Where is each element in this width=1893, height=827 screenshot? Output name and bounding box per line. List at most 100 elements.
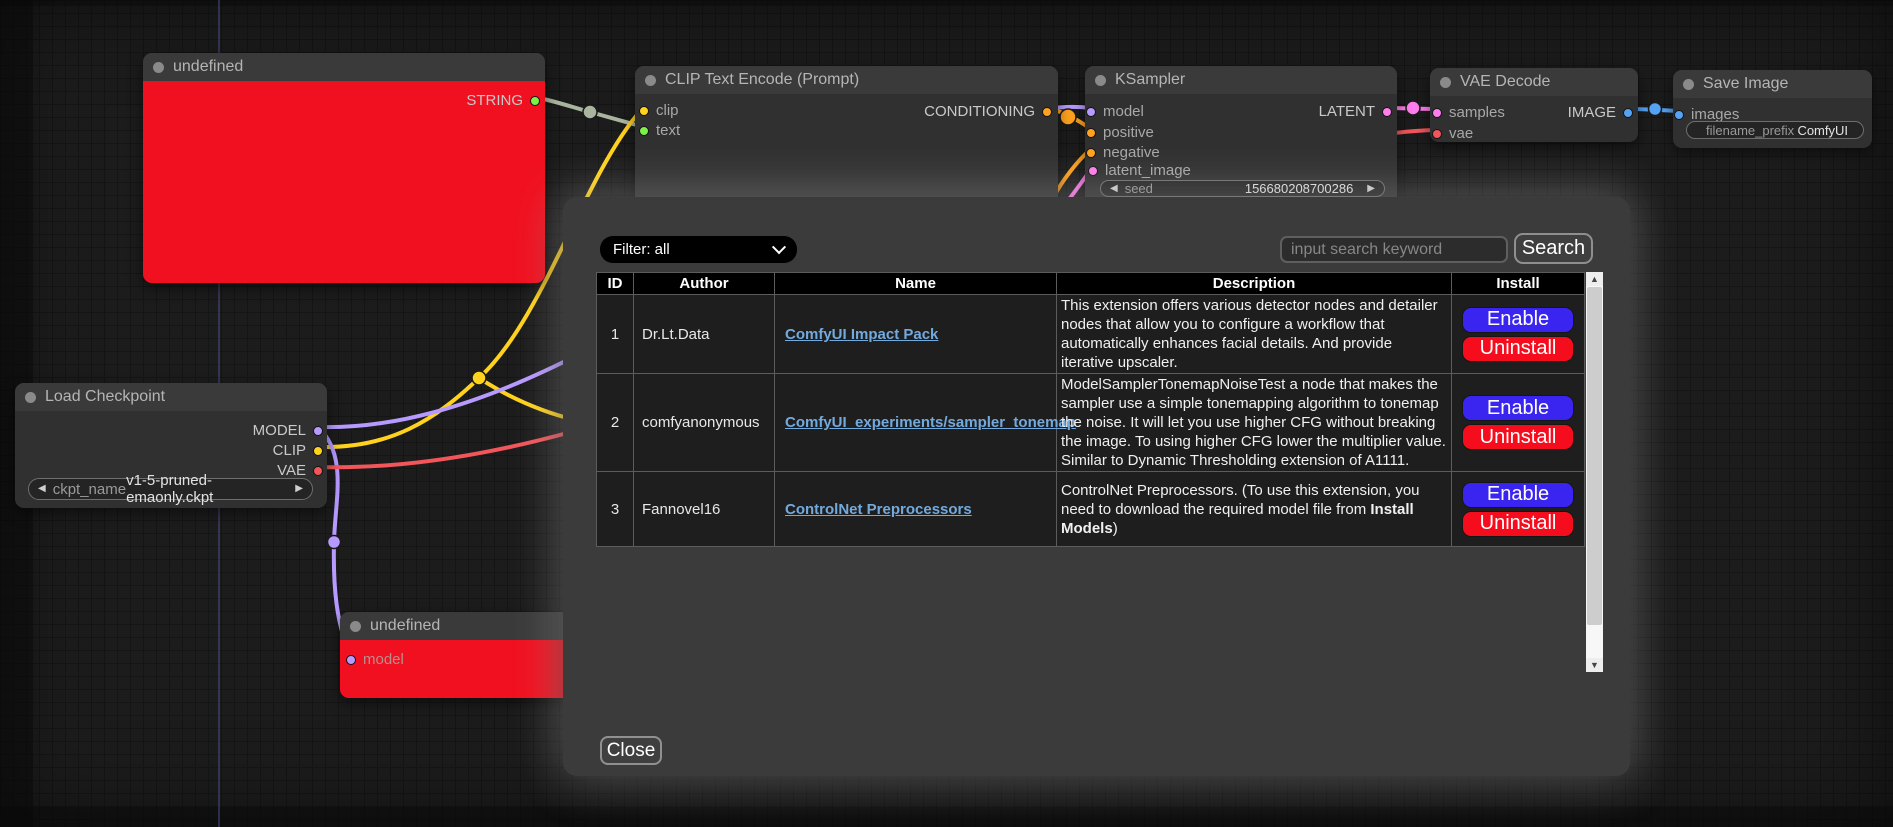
input-positive[interactable]: positive [1086, 124, 1154, 141]
ckpt-increment-icon[interactable] [295, 484, 303, 494]
samples-port-dot[interactable] [1432, 108, 1442, 118]
node-titlebar[interactable]: VAE Decode [1430, 68, 1638, 96]
node-vae-decode[interactable]: VAE Decode samples vae IMAGE [1430, 68, 1638, 142]
output-image[interactable]: IMAGE [1568, 104, 1633, 121]
node-titlebar[interactable]: Save Image [1673, 70, 1872, 98]
ckpt-decrement-icon[interactable] [38, 484, 46, 494]
negative-port-dot[interactable] [1086, 148, 1096, 158]
vae-port-dot[interactable] [1432, 129, 1442, 139]
table-scrollbar[interactable]: ▲ ▼ [1586, 272, 1603, 672]
header-install: Install [1452, 273, 1585, 295]
node-titlebar[interactable]: Load Checkpoint [15, 383, 327, 411]
scrollbar-thumb[interactable] [1587, 287, 1602, 625]
node-title: VAE Decode [1460, 73, 1550, 91]
text-port-dot[interactable] [639, 126, 649, 136]
filename-prefix-value: ComfyUI [1797, 123, 1848, 138]
collapse-dot-icon[interactable] [153, 62, 164, 73]
conditioning-port-dot[interactable] [1042, 107, 1052, 117]
extension-name-cell: ComfyUI_experiments/sampler_tonemap [775, 374, 1057, 472]
extension-install-cell: Enable Uninstall [1452, 472, 1585, 547]
node-body [340, 640, 575, 698]
scrollbar-down-icon[interactable]: ▼ [1586, 658, 1603, 672]
extension-description: ControlNet Preprocessors. (To use this e… [1057, 472, 1452, 547]
extension-description: ModelSamplerTonemapNoiseTest a node that… [1057, 374, 1452, 472]
node-titlebar[interactable]: KSampler [1085, 66, 1397, 94]
output-clip[interactable]: CLIP [273, 442, 323, 459]
search-input[interactable] [1280, 236, 1508, 263]
collapse-dot-icon[interactable] [645, 75, 656, 86]
reroute-dot-conditioning[interactable] [1060, 109, 1076, 125]
node-clip-text-encode[interactable]: CLIP Text Encode (Prompt) clip text COND… [635, 66, 1058, 206]
extension-name-link[interactable]: ComfyUI Impact Pack [785, 326, 938, 343]
node-titlebar[interactable]: undefined [340, 612, 575, 640]
output-string[interactable]: STRING [466, 92, 540, 109]
reroute-dot-model[interactable] [328, 536, 341, 549]
output-conditioning[interactable]: CONDITIONING [924, 103, 1052, 120]
node-undefined-bottom[interactable]: undefined model [340, 612, 575, 698]
node-ksampler[interactable]: KSampler model positive negative latent_… [1085, 66, 1397, 206]
reroute-dot-clip[interactable] [472, 371, 486, 385]
filter-dropdown[interactable]: Filter: all [600, 236, 797, 263]
output-latent[interactable]: LATENT [1319, 103, 1392, 120]
images-port-dot[interactable] [1674, 110, 1684, 120]
extension-row: 1Dr.Lt.DataComfyUI Impact PackThis exten… [597, 295, 1585, 374]
input-clip[interactable]: clip [639, 102, 679, 119]
input-model[interactable]: model [1086, 103, 1144, 120]
extension-install-cell: Enable Uninstall [1452, 295, 1585, 374]
seed-decrement-icon[interactable] [1110, 184, 1118, 194]
collapse-dot-icon[interactable] [1095, 75, 1106, 86]
model-port-dot[interactable] [313, 426, 323, 436]
clip-port-dot[interactable] [639, 106, 649, 116]
uninstall-button[interactable]: Uninstall [1462, 511, 1574, 537]
reroute-dot-latent[interactable] [1406, 101, 1420, 115]
extension-manager-dialog: Filter: all Search ID Author Name Descri… [563, 197, 1630, 776]
table-header-row: ID Author Name Description Install [597, 273, 1585, 295]
node-save-image[interactable]: Save Image images filename_prefix ComfyU… [1673, 70, 1872, 148]
extension-name-link[interactable]: ControlNet Preprocessors [785, 501, 972, 518]
output-model[interactable]: MODEL [253, 422, 323, 439]
enable-button[interactable]: Enable [1462, 395, 1574, 421]
reroute-dot-image[interactable] [1649, 103, 1662, 116]
node-load-checkpoint[interactable]: Load Checkpoint MODEL CLIP VAE ckpt_name… [15, 383, 327, 508]
collapse-dot-icon[interactable] [25, 392, 36, 403]
collapse-dot-icon[interactable] [1683, 79, 1694, 90]
model-port-dot[interactable] [1086, 107, 1096, 117]
vae-port-dot[interactable] [313, 466, 323, 476]
collapse-dot-icon[interactable] [350, 621, 361, 632]
filename-prefix-label: filename_prefix [1706, 123, 1794, 138]
enable-button[interactable]: Enable [1462, 482, 1574, 508]
input-samples[interactable]: samples [1432, 104, 1505, 121]
reroute-dot-string[interactable] [583, 105, 597, 119]
input-vae[interactable]: vae [1432, 125, 1473, 142]
node-body [143, 81, 545, 283]
seed-widget[interactable]: seed 156680208700286 [1100, 180, 1385, 197]
search-button[interactable]: Search [1514, 233, 1593, 264]
input-text[interactable]: text [639, 122, 680, 139]
input-model[interactable]: model [346, 651, 404, 668]
uninstall-button[interactable]: Uninstall [1462, 336, 1574, 362]
image-port-dot[interactable] [1623, 108, 1633, 118]
node-undefined-top[interactable]: undefined STRING [143, 53, 545, 283]
extension-name-link[interactable]: ComfyUI_experiments/sampler_tonemap [785, 414, 1076, 431]
node-titlebar[interactable]: undefined [143, 53, 545, 81]
input-negative[interactable]: negative [1086, 144, 1160, 161]
input-latent-image[interactable]: latent_image [1088, 162, 1191, 179]
collapse-dot-icon[interactable] [1440, 77, 1451, 88]
string-port-dot[interactable] [530, 96, 540, 106]
close-button[interactable]: Close [600, 736, 662, 765]
latent-port-dot[interactable] [1382, 107, 1392, 117]
output-vae[interactable]: VAE [277, 462, 323, 479]
filename-prefix-widget[interactable]: filename_prefix ComfyUI [1686, 121, 1864, 139]
extension-id: 2 [597, 374, 634, 472]
enable-button[interactable]: Enable [1462, 307, 1574, 333]
extension-author: Dr.Lt.Data [634, 295, 775, 374]
node-titlebar[interactable]: CLIP Text Encode (Prompt) [635, 66, 1058, 94]
ckpt-name-widget[interactable]: ckpt_name v1-5-pruned-emaonly.ckpt [28, 478, 313, 500]
scrollbar-up-icon[interactable]: ▲ [1586, 272, 1603, 286]
model-port-dot[interactable] [346, 655, 356, 665]
uninstall-button[interactable]: Uninstall [1462, 424, 1574, 450]
clip-port-dot[interactable] [313, 446, 323, 456]
seed-increment-icon[interactable] [1367, 184, 1375, 194]
positive-port-dot[interactable] [1086, 128, 1096, 138]
latent-image-port-dot[interactable] [1088, 166, 1098, 176]
